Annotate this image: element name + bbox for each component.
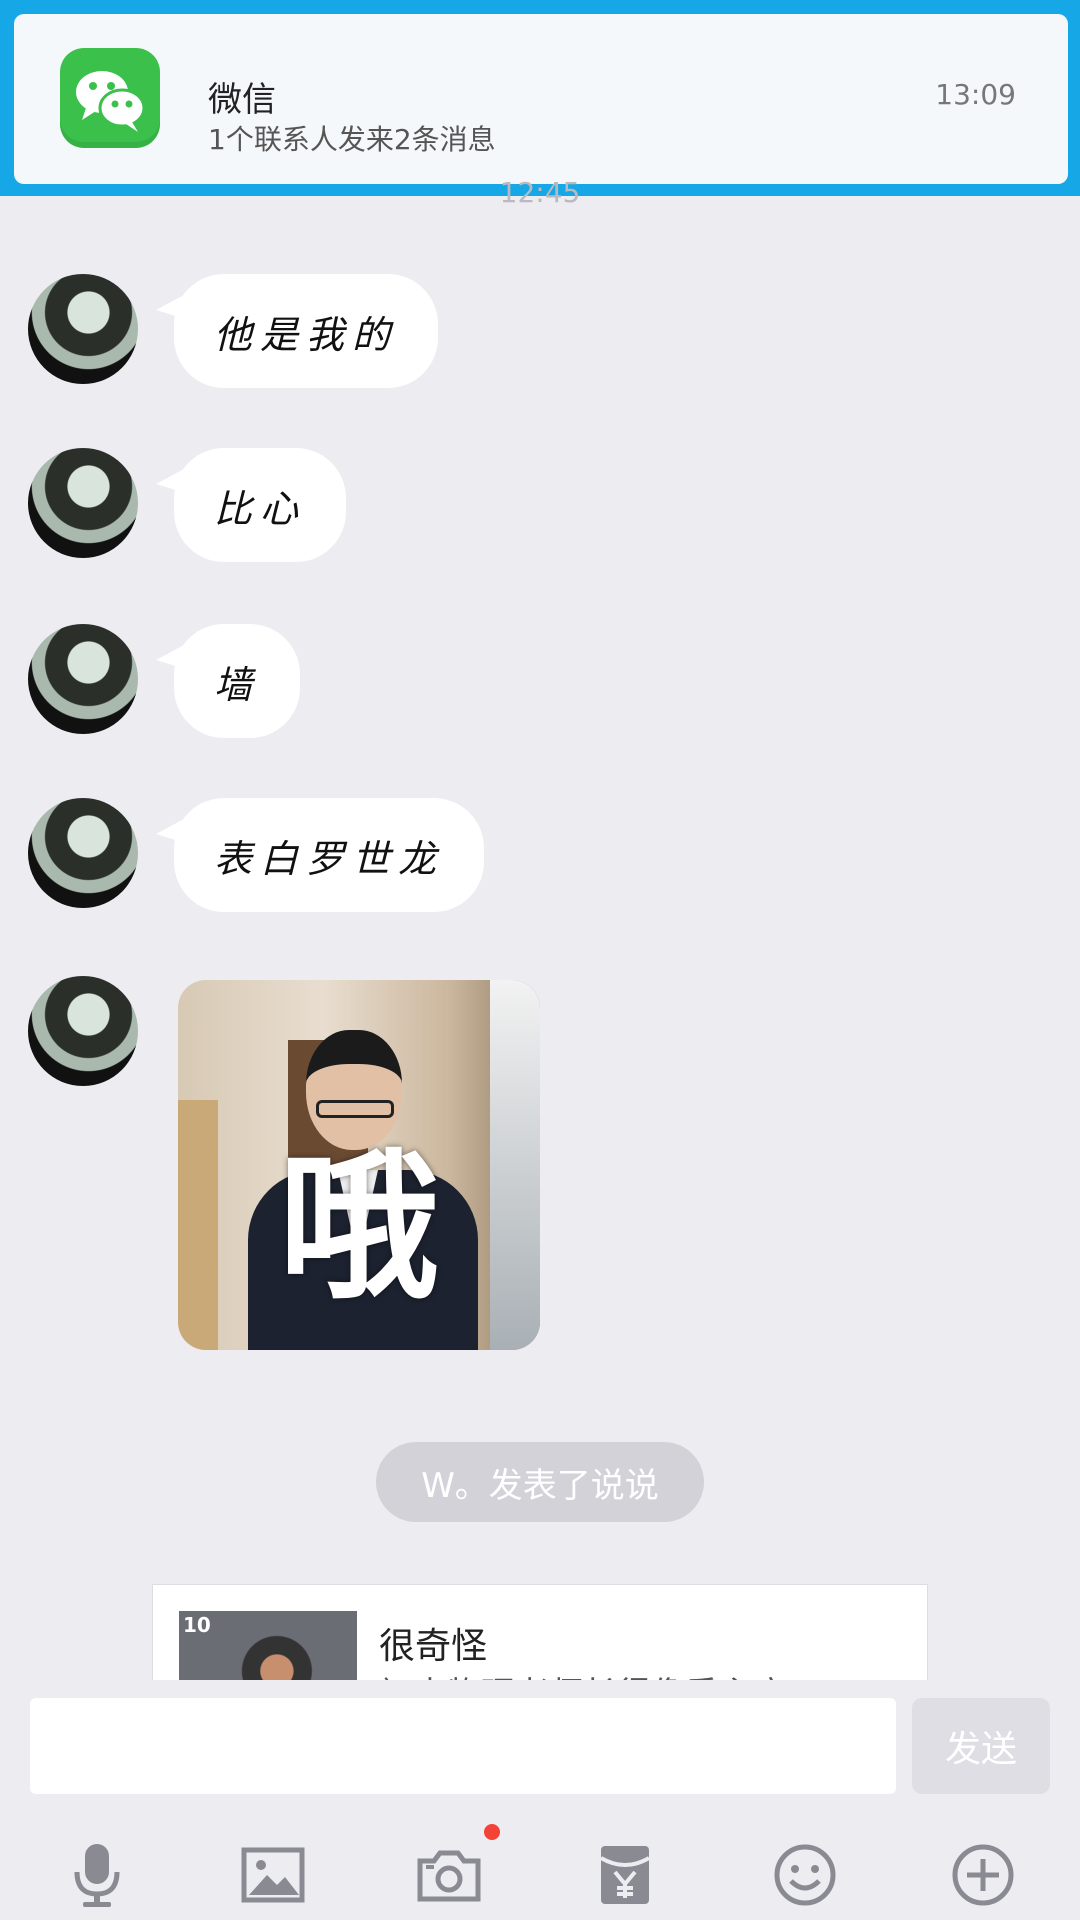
input-toolbar — [0, 1830, 1080, 1920]
system-notice: W。发表了说说 — [376, 1442, 704, 1522]
avatar[interactable] — [28, 274, 138, 384]
image-caption: 哦 — [278, 1134, 439, 1321]
wechat-icon — [60, 48, 160, 148]
notification-app-name: 微信 — [208, 80, 276, 120]
shared-post-subtitle: 初中物理老师长得像秃主席 — [379, 1667, 787, 1681]
notification-banner-frame: 微信 1个联系人发来2条消息 13:09 — [0, 0, 1080, 196]
emoji-icon[interactable] — [760, 1830, 850, 1920]
message-bubble[interactable]: 比心 — [155, 448, 347, 562]
message-bubble[interactable]: 墙 — [155, 624, 301, 738]
message-bubble[interactable]: 表白罗世龙 — [155, 798, 485, 912]
avatar[interactable] — [28, 976, 138, 1086]
camera-badge — [484, 1824, 500, 1840]
send-button[interactable]: 发送 — [912, 1698, 1050, 1794]
notification-message: 1个联系人发来2条消息 — [208, 123, 496, 156]
avatar[interactable] — [28, 798, 138, 908]
message-input[interactable] — [30, 1698, 896, 1794]
red-packet-icon[interactable] — [580, 1830, 670, 1920]
input-area: 发送 — [0, 1680, 1080, 1920]
plus-icon[interactable] — [938, 1830, 1028, 1920]
notification-time: 13:09 — [935, 78, 1016, 111]
avatar[interactable] — [28, 448, 138, 558]
shared-post-badge: 10 — [183, 1613, 211, 1637]
microphone-icon[interactable] — [52, 1830, 142, 1920]
chat-timestamp: 12:45 — [499, 176, 581, 209]
shared-post-card[interactable]: 10 很奇怪 初中物理老师长得像秃主席 — [152, 1584, 928, 1681]
shared-post-title: 很奇怪 — [379, 1626, 488, 1667]
message-bubble[interactable]: 他是我的 — [155, 274, 439, 388]
image-message[interactable]: 哦 — [178, 980, 540, 1350]
notification-banner[interactable]: 微信 1个联系人发来2条消息 13:09 — [14, 14, 1068, 184]
avatar[interactable] — [28, 624, 138, 734]
image-icon[interactable] — [228, 1830, 318, 1920]
camera-icon[interactable] — [404, 1830, 494, 1920]
